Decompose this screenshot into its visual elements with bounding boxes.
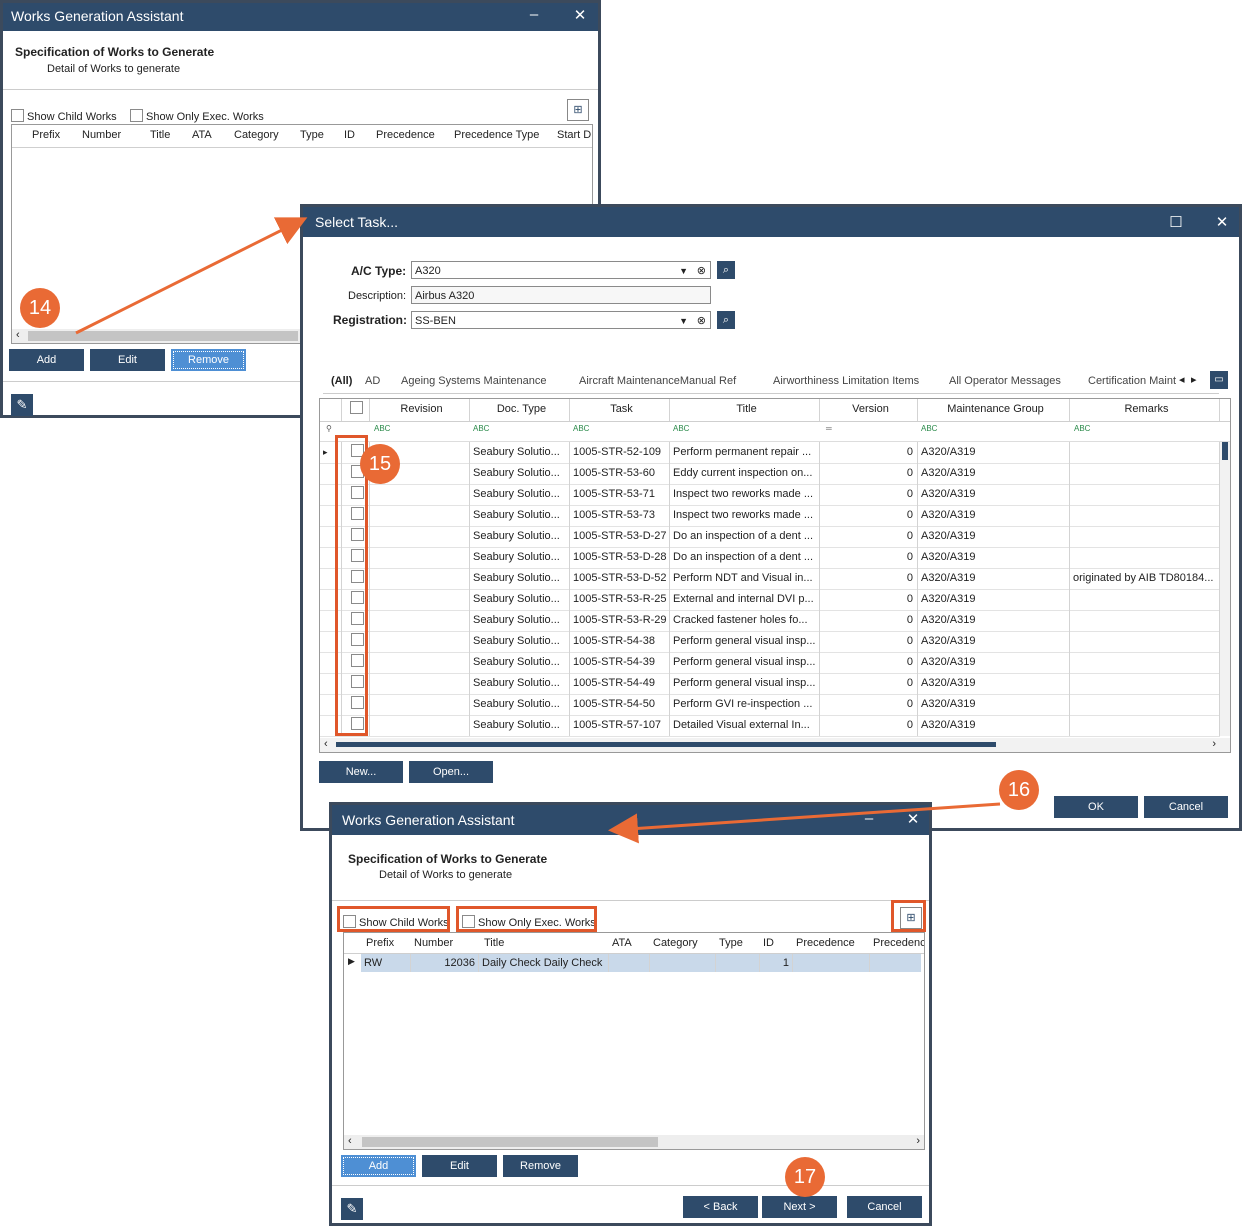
show-only-exec-highlight <box>456 906 597 932</box>
annotation-arrows <box>75 217 1001 844</box>
callout-16: 16 <box>999 770 1039 810</box>
callout-14: 14 <box>20 288 60 328</box>
callout-15: 15 <box>360 444 400 484</box>
show-child-works-highlight <box>337 906 450 932</box>
tree-view-highlight <box>891 900 926 932</box>
arrow-16-to-works-window <box>608 802 1001 844</box>
callout-17: 17 <box>785 1157 825 1197</box>
checkbox-column-highlight <box>335 435 368 736</box>
arrow-14-to-select-task <box>75 217 308 335</box>
